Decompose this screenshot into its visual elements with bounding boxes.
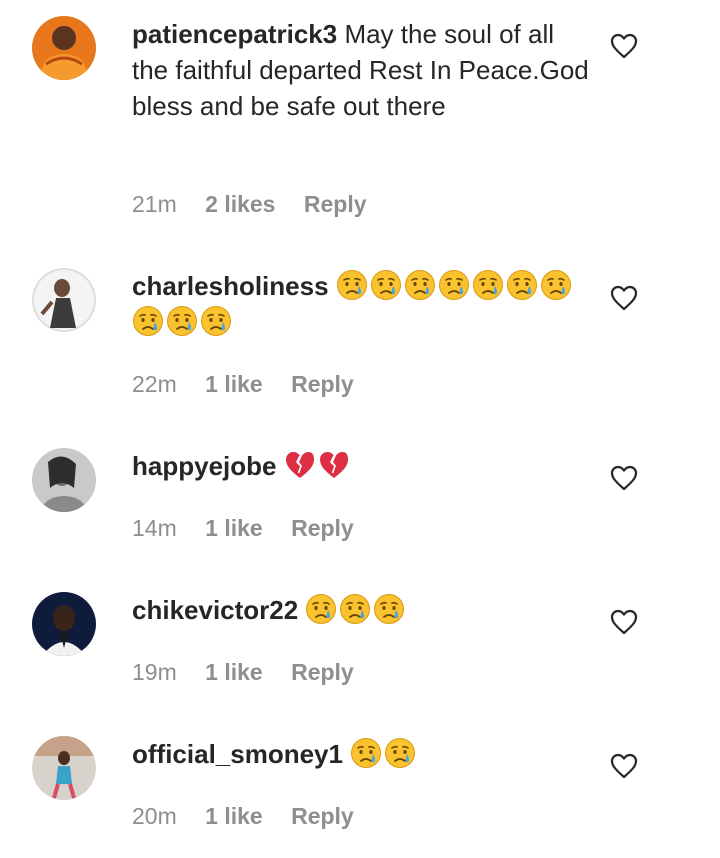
comment-item: official_smoney1 20m 1 like Reply: [0, 708, 720, 858]
comment-item: happyejobe 14m 1 like Reply: [0, 420, 720, 564]
username[interactable]: patiencepatrick3: [132, 19, 337, 49]
comment-item: patiencepatrick3 May the soul of all the…: [0, 0, 720, 240]
avatar[interactable]: [32, 736, 96, 800]
like-heart-icon[interactable]: [610, 33, 638, 59]
comment-meta: 21m 2 likes Reply: [132, 190, 389, 218]
comment-meta: 20m 1 like Reply: [132, 802, 376, 830]
comment-text: happyejobe: [132, 448, 592, 484]
crying-face-emoji: [306, 594, 337, 624]
crying-face-emoji: [351, 738, 382, 768]
crying-face-emoji: [201, 306, 231, 336]
likes-count[interactable]: 1 like: [205, 659, 263, 685]
comment-text: chikevictor22: [132, 592, 592, 628]
username[interactable]: charlesholiness: [132, 271, 329, 301]
broken-heart-emoji: [285, 452, 314, 478]
crying-face-emoji: [385, 738, 416, 768]
comment-item: chikevictor22 19m 1 like Reply: [0, 564, 720, 708]
likes-count[interactable]: 1 like: [205, 803, 263, 829]
timestamp: 22m: [132, 371, 177, 397]
likes-count[interactable]: 1 like: [205, 515, 263, 541]
crying-face-emoji: [506, 270, 537, 300]
comment-item: charlesholiness 22m 1 like Reply: [0, 240, 720, 420]
crying-face-emoji: [340, 594, 371, 624]
broken-heart-emoji: [319, 452, 348, 478]
comment-meta: 14m 1 like Reply: [132, 514, 376, 542]
crying-face-emoji: [404, 270, 435, 300]
crying-face-emoji: [133, 306, 163, 336]
crying-face-emoji: [472, 270, 503, 300]
like-heart-icon[interactable]: [610, 753, 638, 779]
reply-button[interactable]: Reply: [291, 659, 354, 685]
like-heart-icon[interactable]: [610, 609, 638, 635]
crying-face-emoji: [438, 270, 469, 300]
emoji-row: [305, 594, 407, 625]
like-heart-icon[interactable]: [610, 285, 638, 311]
emoji-row: [350, 738, 418, 769]
crying-face-emoji: [336, 270, 367, 300]
username[interactable]: happyejobe: [132, 451, 276, 481]
crying-face-emoji: [370, 270, 401, 300]
reply-button[interactable]: Reply: [291, 371, 354, 397]
like-heart-icon[interactable]: [610, 465, 638, 491]
likes-count[interactable]: 2 likes: [205, 191, 275, 217]
comment-meta: 22m 1 like Reply: [132, 370, 376, 398]
emoji-row: [284, 451, 352, 481]
comment-text: official_smoney1: [132, 736, 592, 772]
username[interactable]: official_smoney1: [132, 739, 343, 769]
reply-button[interactable]: Reply: [291, 515, 354, 541]
timestamp: 14m: [132, 515, 177, 541]
likes-count[interactable]: 1 like: [205, 371, 263, 397]
timestamp: 19m: [132, 659, 177, 685]
avatar[interactable]: [32, 268, 96, 332]
timestamp: 20m: [132, 803, 177, 829]
avatar[interactable]: [32, 16, 96, 80]
reply-button[interactable]: Reply: [304, 191, 367, 217]
comment-text: charlesholiness: [132, 268, 592, 340]
crying-face-emoji: [167, 306, 197, 336]
crying-face-emoji: [540, 270, 571, 300]
crying-face-emoji: [374, 594, 405, 624]
comment-meta: 19m 1 like Reply: [132, 658, 376, 686]
username[interactable]: chikevictor22: [132, 595, 298, 625]
reply-button[interactable]: Reply: [291, 803, 354, 829]
avatar[interactable]: [32, 448, 96, 512]
avatar[interactable]: [32, 592, 96, 656]
timestamp: 21m: [132, 191, 177, 217]
comment-text: patiencepatrick3 May the soul of all the…: [132, 16, 592, 124]
